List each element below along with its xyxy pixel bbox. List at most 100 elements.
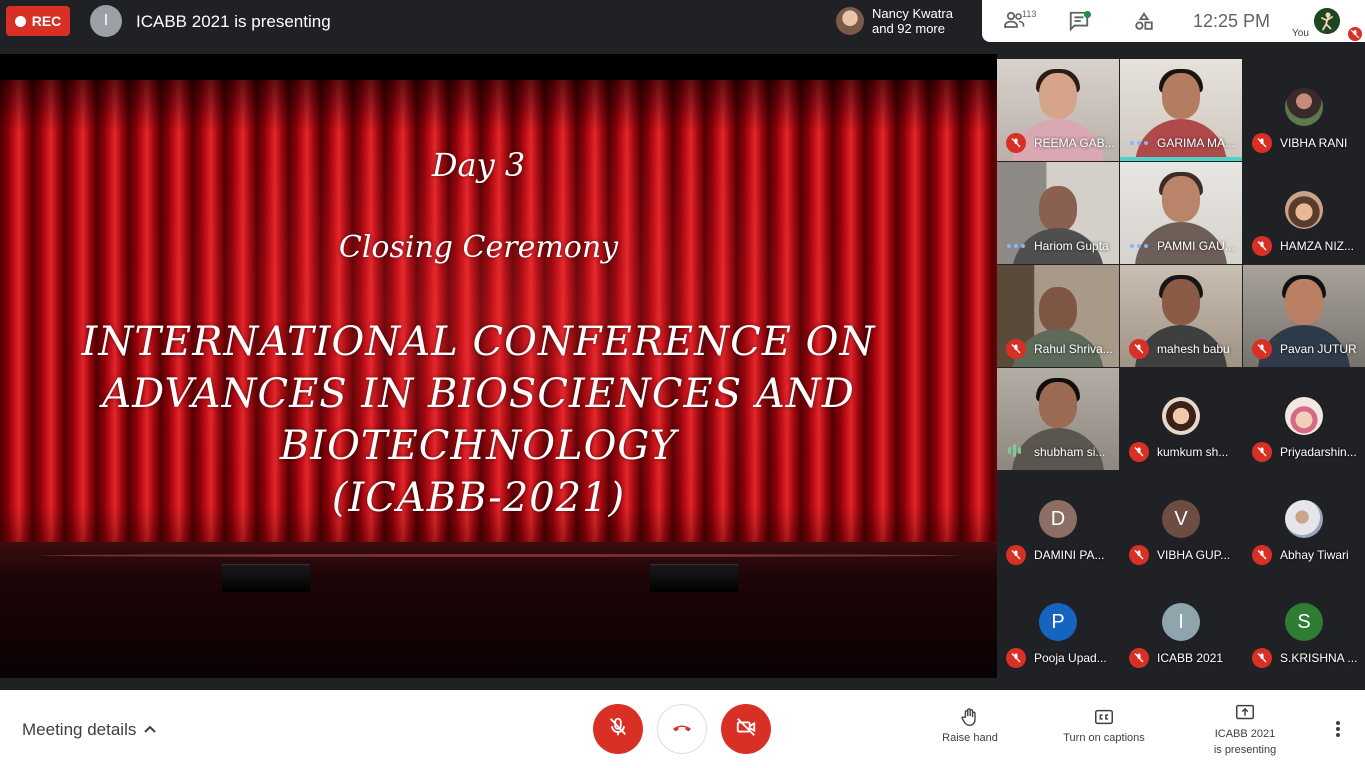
participant-name: Rahul Shriva... xyxy=(1034,342,1113,356)
joiner-avatar xyxy=(836,7,864,35)
participant-name: HAMZA NIZ... xyxy=(1280,239,1355,253)
present-button[interactable]: ICABB 2021 is presenting xyxy=(1200,702,1290,758)
stage-speaker xyxy=(650,564,738,592)
meeting-details-button[interactable]: Meeting details xyxy=(22,720,136,740)
participant-tile[interactable]: D DAMINI PA... xyxy=(997,471,1119,573)
present-label: ICABB 2021 xyxy=(1214,728,1276,740)
record-dot-icon xyxy=(14,15,26,27)
participant-tile[interactable]: I ICABB 2021 xyxy=(1120,574,1242,676)
chat-unread-dot xyxy=(1084,11,1091,18)
participant-tile[interactable]: kumkum sh... xyxy=(1120,368,1242,470)
slide-day: Day 3 xyxy=(431,146,526,184)
self-avatar[interactable] xyxy=(1314,8,1340,34)
participant-name: Pavan JUTUR xyxy=(1280,342,1357,356)
hand-icon xyxy=(935,706,1005,728)
participant-tile[interactable]: P Pooja Upad... xyxy=(997,574,1119,676)
speaking-indicator xyxy=(1130,141,1148,145)
participant-name: S.KRISHNA ... xyxy=(1280,651,1358,665)
participant-name: VIBHA RANI xyxy=(1280,136,1348,150)
participant-tile[interactable]: Abhay Tiwari xyxy=(1243,471,1365,573)
participant-name: GARIMA MA... xyxy=(1157,136,1236,150)
participant-avatar xyxy=(1285,500,1323,538)
participant-avatar: S xyxy=(1285,603,1323,641)
mic-off-icon xyxy=(1006,339,1026,359)
mic-off-icon xyxy=(1006,545,1026,565)
participant-name: VIBHA GUP... xyxy=(1157,548,1231,562)
participant-name: Abhay Tiwari xyxy=(1280,548,1349,562)
slide-title-line: INTERNATIONAL CONFERENCE ON xyxy=(81,319,876,365)
audio-level-icon xyxy=(1008,444,1021,457)
raise-hand-button[interactable]: Raise hand xyxy=(935,706,1005,746)
participant-tile[interactable]: Hariom Gupta xyxy=(997,162,1119,264)
presenting-text: ICABB 2021 is presenting xyxy=(136,12,331,31)
more-vert-icon[interactable] xyxy=(1333,720,1343,743)
slide-title: INTERNATIONAL CONFERENCE ON ADVANCES IN … xyxy=(0,316,977,524)
participant-tile[interactable]: HAMZA NIZ... xyxy=(1243,162,1365,264)
mic-toggle-button[interactable] xyxy=(593,704,643,754)
camera-toggle-button[interactable] xyxy=(721,704,771,754)
participant-tile[interactable]: PAMMI GAU... xyxy=(1120,162,1242,264)
participant-avatar: I xyxy=(1162,603,1200,641)
participant-name: REEMA GAB... xyxy=(1034,136,1115,150)
mic-off-icon xyxy=(1006,648,1026,668)
participant-avatar xyxy=(1285,397,1323,435)
people-count: 113 xyxy=(1022,9,1037,19)
participant-tile[interactable]: shubham si... xyxy=(997,368,1119,470)
participant-tile[interactable]: mahesh babu xyxy=(1120,265,1242,367)
hang-up-icon xyxy=(670,715,694,744)
participant-tile[interactable]: GARIMA MA... xyxy=(1120,59,1242,161)
participant-avatar: P xyxy=(1039,603,1077,641)
present-icon xyxy=(1200,702,1290,724)
captions-button[interactable]: Turn on captions xyxy=(1054,706,1154,746)
participant-tile[interactable]: REEMA GAB... xyxy=(997,59,1119,161)
mic-off-icon xyxy=(1252,648,1272,668)
slide-title-line: ADVANCES IN BIOSCIENCES AND xyxy=(102,371,855,417)
slide-title-line: (ICABB-2021) xyxy=(331,475,626,521)
mic-off-icon xyxy=(1252,236,1272,256)
joiner-name: Nancy Kwatra xyxy=(872,6,953,21)
captions-label: Turn on captions xyxy=(1063,732,1145,744)
participant-avatar xyxy=(1285,88,1323,126)
participant-avatar: V xyxy=(1162,500,1200,538)
presenter-avatar: I xyxy=(90,5,122,37)
participant-name: PAMMI GAU... xyxy=(1157,239,1235,253)
speaking-indicator xyxy=(1007,244,1025,248)
slide-title-line: BIOTECHNOLOGY xyxy=(279,423,678,469)
participant-name: Priyadarshin... xyxy=(1280,445,1357,459)
captions-icon xyxy=(1054,706,1154,728)
participant-tile[interactable]: Priyadarshin... xyxy=(1243,368,1365,470)
mic-off-icon xyxy=(607,716,629,743)
stage-floor xyxy=(0,542,997,678)
participant-avatar xyxy=(1285,191,1323,229)
rec-label: REC xyxy=(31,13,62,29)
mic-off-icon xyxy=(1252,133,1272,153)
chevron-up-icon[interactable] xyxy=(143,722,157,741)
participant-name: kumkum sh... xyxy=(1157,445,1229,459)
mic-off-icon xyxy=(1252,545,1272,565)
mic-off-icon xyxy=(1129,339,1149,359)
mic-off-icon xyxy=(1129,442,1149,462)
participant-name: Hariom Gupta xyxy=(1034,239,1109,253)
participant-avatar xyxy=(1162,397,1200,435)
participant-tile[interactable]: VIBHA RANI xyxy=(1243,59,1365,161)
clock: 12:25 PM xyxy=(1193,11,1271,31)
mic-off-icon xyxy=(1006,133,1026,153)
participant-tile[interactable]: Rahul Shriva... xyxy=(997,265,1119,367)
participant-tile[interactable]: S S.KRISHNA ... xyxy=(1243,574,1365,676)
participant-name: shubham si... xyxy=(1034,445,1106,459)
participant-name: Pooja Upad... xyxy=(1034,651,1107,665)
presentation-stage: Day 3 Closing Ceremony INTERNATIONAL CON… xyxy=(0,54,997,678)
mic-off-icon xyxy=(1252,339,1272,359)
mic-off-icon xyxy=(1129,648,1149,668)
camera-off-icon xyxy=(735,716,757,743)
self-mic-off-icon xyxy=(1348,27,1362,41)
recent-joiners[interactable]: Nancy Kwatra and 92 more xyxy=(829,0,981,42)
speaking-indicator xyxy=(1130,244,1148,248)
activities-icon[interactable] xyxy=(1133,11,1155,38)
stage-speaker xyxy=(222,564,310,592)
leave-call-button[interactable] xyxy=(657,704,707,754)
participant-avatar: D xyxy=(1039,500,1077,538)
participant-tile[interactable]: V VIBHA GUP... xyxy=(1120,471,1242,573)
participant-tile[interactable]: Pavan JUTUR xyxy=(1243,265,1365,367)
slide-subtitle: Closing Ceremony xyxy=(338,230,619,265)
